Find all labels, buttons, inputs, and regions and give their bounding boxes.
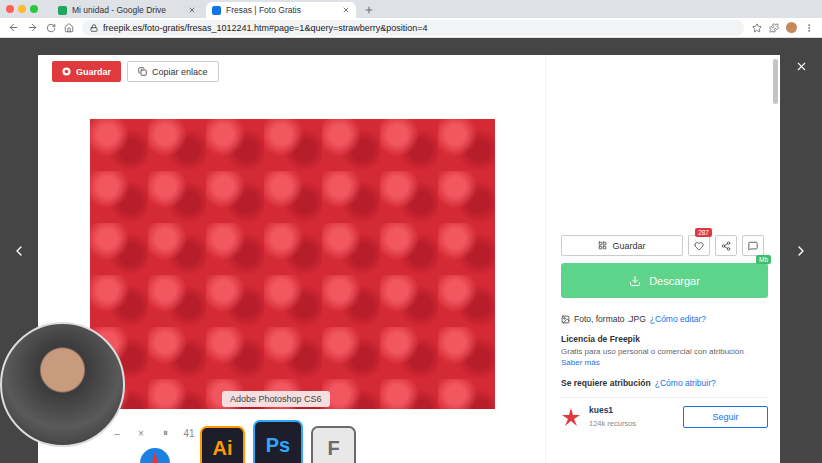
safari-app[interactable] (138, 446, 172, 463)
more-link-line: Saber más (561, 358, 768, 368)
extensions (752, 22, 814, 33)
download-icon (629, 275, 641, 287)
window-controls (6, 0, 38, 18)
browser-tab[interactable]: Fresas | Foto Gratis (206, 2, 356, 18)
size-badge: Mb (756, 255, 771, 264)
follow-button[interactable]: Seguir (683, 406, 768, 428)
photo-modal: GuardarCopiar enlaceGuardar287DescargarM… (38, 55, 780, 463)
dock-tooltip: Adobe Photoshop CS6 (222, 391, 330, 407)
copy-link-button[interactable]: Copiar enlace (127, 61, 219, 82)
lock-icon (90, 24, 98, 32)
video-control[interactable]: ⏸ (156, 424, 174, 442)
comment-icon (748, 241, 758, 251)
download-button[interactable]: DescargarMb (561, 263, 768, 298)
zoom-window-icon[interactable] (30, 5, 38, 13)
save-button[interactable]: Guardar (561, 235, 683, 256)
webcam-video (0, 322, 125, 447)
close-tab-icon[interactable] (188, 6, 196, 14)
extension-icon[interactable] (769, 23, 779, 33)
new-tab-button[interactable] (360, 2, 378, 18)
bookmark-star-icon[interactable] (752, 23, 762, 33)
license-title: Licencia de Freepik (561, 334, 768, 345)
browser-toolbar: freepik.es/foto-gratis/fresas_1012241.ht… (0, 18, 822, 38)
screen: Mi unidad - Google Drive Fresas | Foto Gr… (0, 0, 822, 463)
comment-button[interactable] (742, 235, 764, 256)
dock: AiPsF (200, 420, 356, 463)
image-icon (561, 315, 570, 324)
plus-icon (364, 5, 374, 15)
dock-app[interactable]: F (311, 426, 356, 463)
minimize-window-icon[interactable] (18, 5, 26, 13)
action-row: Guardar287 (561, 235, 768, 256)
ad-space (561, 55, 768, 235)
license-text: Gratis para uso personal o comercial con… (561, 347, 768, 357)
address-bar[interactable]: freepik.es/foto-gratis/fresas_1012241.ht… (82, 20, 744, 36)
address-text: freepik.es/foto-gratis/fresas_1012241.ht… (103, 23, 427, 33)
favicon-icon (212, 6, 221, 15)
tab-label: Mi unidad - Google Drive (72, 5, 183, 15)
tab-label: Fresas | Foto Gratis (226, 5, 337, 15)
share-button[interactable] (715, 235, 737, 256)
heart-icon (694, 241, 704, 251)
video-control[interactable]: × (132, 424, 150, 442)
share-icon (721, 241, 731, 251)
copy-icon (138, 67, 147, 76)
video-controls: –× ⏸ 41 (108, 424, 198, 442)
modal-overlay: GuardarCopiar enlaceGuardar287DescargarM… (0, 38, 822, 463)
forward-icon[interactable] (27, 22, 38, 33)
menu-icon[interactable] (804, 23, 814, 33)
compass-icon (138, 446, 172, 463)
edit-link[interactable]: ¿Cómo editar? (650, 314, 706, 325)
author-name[interactable]: kues1 (589, 405, 675, 416)
more-link[interactable]: Saber más (561, 358, 600, 368)
right-gutter (780, 38, 822, 463)
attribution-link[interactable]: ¿Cómo atribuir? (655, 378, 716, 389)
back-icon[interactable] (8, 22, 19, 33)
author-resources: 124k recursos (589, 419, 675, 429)
favicon-icon (58, 6, 67, 15)
share-row: Guardar Copiar enlace (52, 61, 531, 82)
close-window-icon[interactable] (6, 5, 14, 13)
close-tab-icon[interactable] (342, 6, 350, 14)
home-icon[interactable] (64, 23, 74, 33)
reload-icon[interactable] (46, 23, 56, 33)
dock-app[interactable]: Ps (253, 420, 303, 463)
like-button[interactable]: 287 (688, 235, 710, 256)
video-control[interactable]: – (108, 424, 126, 442)
format-line: Foto, formato .JPG¿Cómo editar? (561, 314, 768, 325)
details-column: Guardar287DescargarMbFoto, formato .JPG¿… (545, 55, 780, 463)
strawberries-photo (90, 119, 495, 409)
attribution-line: Se requiere atribución¿Cómo atribuir? (561, 378, 768, 389)
pinterest-save-button[interactable]: Guardar (52, 61, 121, 82)
author-row: kues1 124k recursos Seguir (561, 397, 768, 429)
browser-tab[interactable]: Mi unidad - Google Drive (52, 2, 202, 18)
scrollbar-thumb[interactable] (773, 59, 778, 104)
author-info: kues1 124k recursos (589, 405, 675, 429)
collection-icon (598, 241, 607, 250)
next-arrow-icon[interactable] (793, 243, 809, 259)
author-logo-icon (561, 407, 581, 427)
profile-avatar-icon[interactable] (786, 22, 797, 33)
video-control[interactable]: 41 (180, 424, 198, 442)
pinterest-icon (62, 67, 71, 76)
tab-strip: Mi unidad - Google Drive Fresas | Foto Gr… (0, 0, 822, 18)
previous-arrow-icon[interactable] (11, 243, 27, 259)
dock-app[interactable]: Ai (200, 426, 245, 463)
close-modal-icon[interactable] (795, 60, 808, 73)
likes-badge: 287 (695, 228, 712, 237)
